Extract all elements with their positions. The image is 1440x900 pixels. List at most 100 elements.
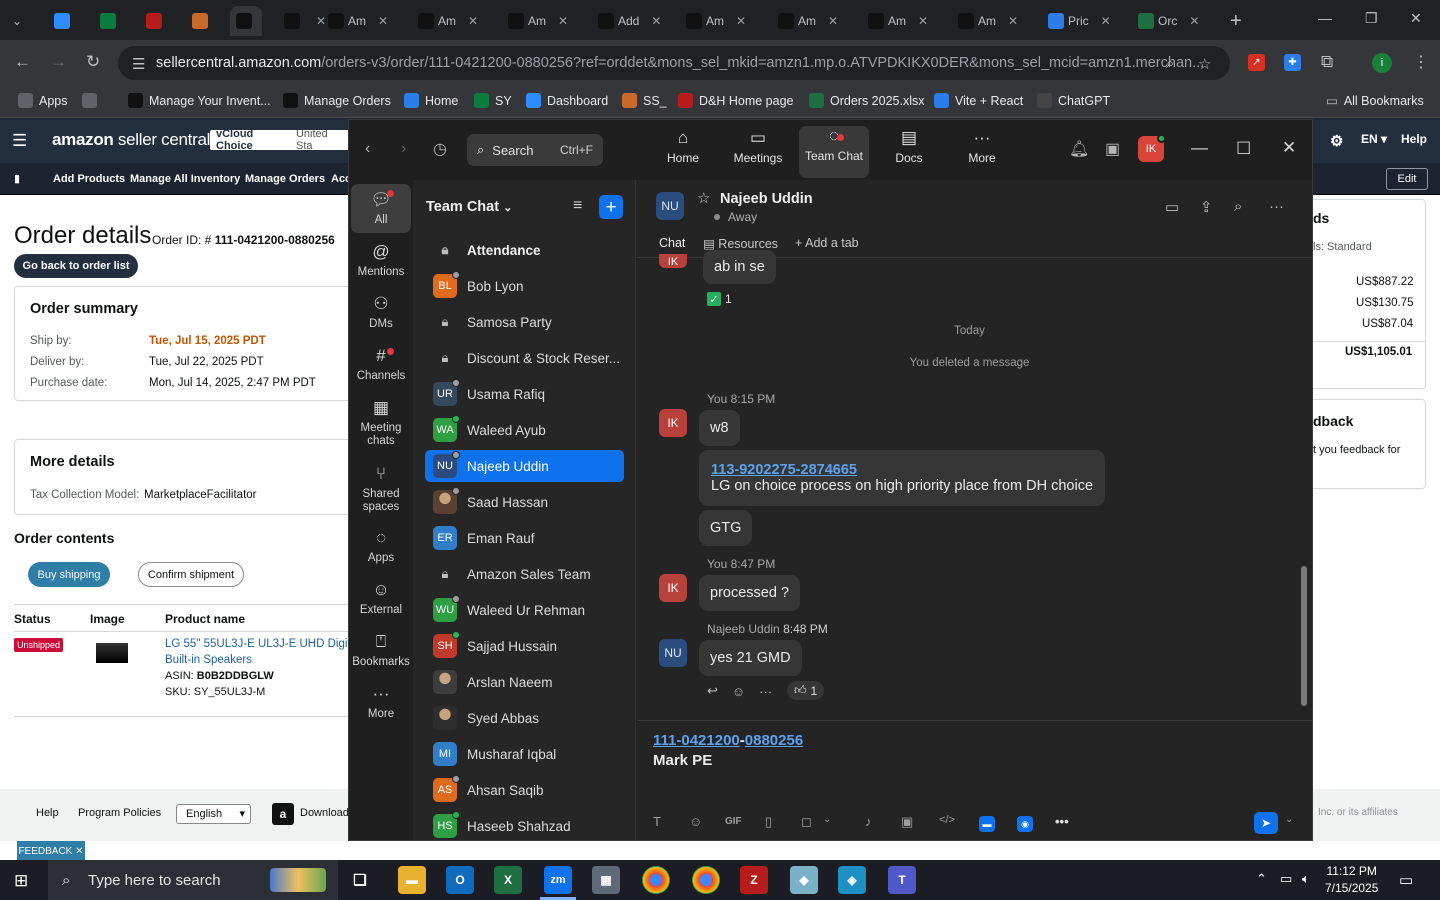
browser-tab[interactable]: Am ✕ [680, 6, 752, 36]
taskbar-clock[interactable]: 11:12 PM 7/15/2025 [1325, 863, 1378, 897]
contact-item[interactable]: 🔒︎ Discount & Stock Reser... [425, 342, 624, 374]
volume-icon[interactable]: 🔈︎ [1302, 871, 1310, 887]
rail-shared-spaces[interactable]: ⑂ Shared spaces [351, 464, 411, 514]
close-icon[interactable]: ✕ [1189, 14, 1199, 28]
browser-tab[interactable]: Am ✕ [862, 6, 934, 36]
bookmark-item[interactable]: Dashboard [526, 93, 608, 108]
browser-tab[interactable] [48, 6, 80, 36]
nav-manage-inventory[interactable]: Manage All Inventory [130, 173, 240, 185]
close-icon[interactable]: ✕ [378, 14, 388, 28]
calculator-icon[interactable]: ▦ [592, 866, 620, 894]
menu-kebab-icon[interactable]: ⋮ [1413, 52, 1429, 72]
emoji-icon[interactable]: ☺ [689, 814, 702, 829]
notifications-icon[interactable]: ▭ [1399, 871, 1413, 889]
more-options-icon[interactable]: ··· [1269, 198, 1284, 215]
bookmark-item[interactable]: Manage Orders [283, 93, 391, 108]
gif-icon[interactable]: GIF [725, 816, 742, 827]
browser-tab[interactable] [230, 6, 262, 36]
contact-item[interactable]: Saad Hassan [425, 486, 624, 518]
message-avatar[interactable]: NU [659, 639, 687, 667]
zoom-search-box[interactable]: ⌕ Search Ctrl+F [467, 134, 603, 166]
browser-tab[interactable] [94, 6, 126, 36]
close-icon[interactable]: ✕ [1410, 10, 1422, 27]
team-chat-dropdown[interactable]: Team Chat ⌄ [426, 199, 512, 215]
product-title-link[interactable]: LG 55" 55UL3J-E UL3J-E UHD Digita [165, 638, 357, 650]
minimize-icon[interactable]: — [1318, 10, 1332, 26]
task-view-icon[interactable]: ❏ [346, 866, 374, 894]
language-selector[interactable]: EN ▾ [1361, 132, 1387, 146]
bookmark-item[interactable]: Apps [18, 93, 68, 108]
reload-icon[interactable]: ↻ [86, 52, 100, 72]
vpn-app-icon[interactable]: ◈ [838, 866, 866, 894]
calendar-icon[interactable]: ▣ [1105, 139, 1120, 159]
message-bubble[interactable]: w8 [699, 410, 740, 446]
bookmark-item[interactable]: Manage Your Invent... [128, 93, 271, 108]
footer-help-link[interactable]: Help [36, 807, 59, 819]
app-shortcut-icon[interactable]: ◉ [1017, 816, 1033, 832]
restore-icon[interactable]: ❐ [1365, 10, 1378, 27]
close-icon[interactable]: ✕ [1008, 14, 1018, 28]
rail-dms[interactable]: ⚇ DMs [351, 294, 411, 331]
filter-icon[interactable]: ≡ [573, 197, 582, 215]
bookmark-item[interactable]: Vite + React [934, 93, 1023, 108]
extensions-puzzle-icon[interactable]: ⧉ [1321, 52, 1333, 72]
rail-apps[interactable]: ◌ Apps [351, 528, 411, 565]
profile-avatar[interactable]: i [1372, 53, 1392, 73]
bookmark-item[interactable]: SS_ [622, 93, 667, 108]
bookmark-nav-icon[interactable]: ▮ [14, 172, 20, 185]
browser-tab[interactable] [140, 6, 172, 36]
contact-item[interactable]: NU Najeeb Uddin [425, 450, 624, 482]
zoom-tab-more[interactable]: ··· More [947, 128, 1017, 176]
contact-item[interactable]: WU Waleed Ur Rehman [425, 594, 624, 626]
chevron-down-icon[interactable]: ⌄ [1285, 814, 1293, 825]
browser-tab[interactable]: Am ✕ [412, 6, 484, 36]
bookmark-item[interactable]: Orders 2025.xlsx [809, 93, 924, 108]
bookmark-item[interactable] [82, 93, 103, 108]
footer-download-link[interactable]: Download [300, 807, 349, 819]
history-icon[interactable]: ◷ [433, 139, 447, 159]
video-call-icon[interactable]: ▭ [1165, 198, 1179, 216]
rail-bookmarks[interactable]: ⍞ Bookmarks [351, 632, 411, 669]
close-icon[interactable]: ✕ [736, 14, 746, 28]
browser-tab[interactable]: Am ✕ [772, 6, 844, 36]
extension-arrow-icon[interactable]: ↗ [1248, 54, 1265, 71]
close-icon[interactable]: ✕ [558, 14, 568, 28]
send-button[interactable]: ➤ [1254, 812, 1278, 834]
composer-link-a[interactable]: 111-0421200 [653, 732, 740, 749]
contact-item[interactable]: SH Sajjad Hussain [425, 630, 624, 662]
close-icon[interactable]: ✕ [1282, 138, 1296, 158]
nav-manage-orders[interactable]: Manage Orders [245, 173, 325, 185]
reaction-chip[interactable]: ✓ 1 [707, 292, 732, 306]
close-icon[interactable]: ✕ [651, 14, 661, 28]
hamburger-menu-icon[interactable]: ☰ [12, 131, 27, 151]
new-tab-button[interactable]: + [1224, 6, 1248, 36]
help-link[interactable]: Help [1401, 132, 1427, 146]
bell-icon[interactable]: 🔔︎ [1069, 139, 1089, 159]
contact-item[interactable]: 🔒︎ Amazon Sales Team [425, 558, 624, 590]
tray-chevron-icon[interactable]: ⌃ [1256, 871, 1267, 887]
format-text-icon[interactable]: T [653, 814, 661, 829]
composer-text[interactable]: Mark PE [653, 752, 712, 769]
message-bubble[interactable]: GTG [699, 510, 753, 546]
back-chevron-icon[interactable]: ‹ [365, 140, 370, 158]
product-title-link-2[interactable]: Built-in Speakers [165, 654, 252, 666]
notes-app-icon[interactable]: ◆ [790, 866, 818, 894]
close-icon[interactable]: ✕ [1101, 14, 1111, 28]
outlook-icon[interactable]: O [446, 866, 474, 894]
browser-tab[interactable]: Am ✕ [502, 6, 574, 36]
zoom-tab-docs[interactable]: ▤ Docs [874, 128, 944, 176]
share-screen-icon[interactable]: ⇪ [1200, 198, 1213, 216]
contact-item[interactable]: WA Waleed Ayub [425, 414, 624, 446]
reply-icon[interactable]: ↩ [707, 683, 718, 699]
tab-resources[interactable]: ▤ Resources [703, 236, 778, 251]
contact-item[interactable]: MI Musharaf Iqbal [425, 738, 624, 770]
message-composer[interactable]: 111-0421200-0880256 Mark PE T ☺ GIF ▯ ◻ … [637, 720, 1312, 840]
zoom-magnifier-icon[interactable]: ⌕ [1166, 55, 1174, 72]
edit-nav-button[interactable]: Edit [1386, 168, 1428, 190]
more-actions-icon[interactable]: ··· [759, 684, 772, 699]
product-thumbnail[interactable] [96, 643, 128, 663]
close-icon[interactable]: ✕ [75, 846, 83, 857]
browser-tab[interactable] [186, 6, 218, 36]
rail-all[interactable]: 💬︎ All [351, 184, 411, 233]
contact-item[interactable]: Syed Abbas [425, 702, 624, 734]
